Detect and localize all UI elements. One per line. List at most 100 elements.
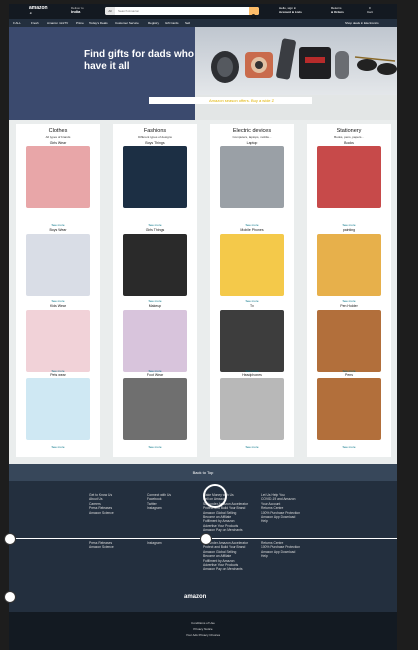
item-label: Girls Wear [49,141,67,145]
tv-image[interactable] [220,310,284,372]
girls-things-image[interactable] [123,234,187,296]
footer-link[interactable]: Amazon Science [89,511,114,515]
see-more-link[interactable]: See more [210,223,294,227]
footer-link[interactable]: Press Releases [89,506,114,510]
see-more-link[interactable]: See more [16,299,100,303]
item-label: Foot Wear [146,373,164,377]
see-more-link[interactable]: See more [307,223,391,227]
see-more-link[interactable]: See more [307,445,391,449]
hero-banner[interactable]: Find gifts for dads who have it all Amaz… [9,27,397,120]
painting-image[interactable] [317,234,381,296]
footer-col-make-money-repeat: Sell under Amazon Accelerator Protect an… [203,541,248,572]
promo-strip[interactable]: Amazon season offers. Buy a wide Z [149,97,312,104]
girls-wear-image[interactable] [26,146,90,208]
footer-link[interactable]: Amazon Pay on Merchants [203,528,248,532]
returns-orders[interactable]: Returns & Orders [331,6,344,14]
item-label: painting [342,228,356,232]
rotate-handle-icon[interactable] [203,484,227,508]
item-label: Laptop [246,141,258,145]
item-label: Pen Holder [340,304,358,308]
footer-col-connect: Connect with Us Facebook Twitter Instagr… [147,493,171,511]
item-label: Pens [345,373,353,377]
conditions-link[interactable]: Conditions of Use [9,621,397,625]
card-title: Stationery [336,128,362,134]
item-label: Pets wear [50,373,66,377]
makeup-image[interactable] [123,310,187,372]
see-more-link[interactable]: See more [210,299,294,303]
headphones-image[interactable] [220,378,284,440]
hero-image [195,27,397,95]
search-category-dropdown[interactable]: All [105,7,115,15]
deliver-to[interactable]: Deliver to India [71,6,84,14]
cart-label: Cart [367,10,373,14]
footer-link[interactable]: Amazon Pay on Merchants [203,567,248,571]
item-label: Girls Things [145,228,165,232]
footer-link[interactable]: Help [261,519,300,523]
laptop-image[interactable] [220,146,284,208]
card-subtitle: Books, pens, papers... [334,135,364,139]
nav-item-gift-cards[interactable]: Gift Cards [165,21,179,25]
footer-bottom: Conditions of Use Privacy Notice Your Ad… [9,612,397,650]
footer-amazon-logo[interactable]: amazon [184,594,206,600]
item-label: Headphones [242,373,262,377]
card-electric-devices: Electric devices Computers, laptops, mob… [210,124,294,457]
resize-handle-bottom-left[interactable] [4,591,16,603]
item-label: Mobile Phones [240,228,264,232]
account-lists[interactable]: Hello, sign in Account & Lists [279,6,302,14]
resize-handle-left[interactable] [4,533,16,545]
see-more-link[interactable]: See more [113,223,197,227]
back-to-top-button[interactable]: Back to Top [9,464,397,481]
kids-wear-image[interactable] [26,310,90,372]
boys-wear-image[interactable] [26,234,90,296]
pens-image[interactable] [317,378,381,440]
nav-item-prime[interactable]: Prime [76,21,84,25]
see-more-link[interactable]: See more [210,445,294,449]
see-more-link[interactable]: See more [16,445,100,449]
nav-item-customer-service[interactable]: Customer Service [115,21,139,25]
nav-item-fresh[interactable]: Fresh [31,21,39,25]
item-label: Tv [250,304,254,308]
card-stationery: Stationery Books, pens, papers... Books … [307,124,391,457]
nav-promo[interactable]: Shop deals in Electronics [345,21,379,25]
cart-button[interactable]: 0 Cart [367,6,373,14]
search-bar: All Search Amazon [105,7,259,20]
nav-item-sell[interactable]: Sell [185,21,190,25]
foot-wear-image[interactable] [123,378,187,440]
item-label: Boys Wear [49,228,67,232]
footer-link[interactable]: Amazon Science [89,545,114,549]
footer-link[interactable]: Instagram [147,506,171,510]
card-title: Electric devices [232,128,272,134]
hero-title: Find gifts for dads who have it all [84,49,194,72]
books-image[interactable] [317,146,381,208]
nav-bar: ≡ ALL Fresh Amazon miniTV Prime Today's … [9,19,397,27]
card-title: Clothes [48,128,68,134]
boys-things-image[interactable] [123,146,187,208]
privacy-link[interactable]: Privacy Notice [9,627,397,631]
amazon-logo[interactable]: amazon .in [29,5,48,15]
footer-link[interactable]: Instagram [147,541,162,545]
nav-item-deals[interactable]: Today's Deals [89,21,108,25]
nav-item-registry[interactable]: Registry [148,21,159,25]
footer-col-help-repeat: Returns Centre 100% Purchase Protection … [261,541,300,559]
item-label: Makeup [148,304,162,308]
see-more-link[interactable]: See more [307,299,391,303]
nav-item-all[interactable]: ≡ ALL [13,21,21,25]
see-more-link[interactable]: See more [113,299,197,303]
ads-privacy-link[interactable]: Your Ads Privacy Choices [9,633,397,637]
pen-holder-image[interactable] [317,310,381,372]
card-clothes: Clothes All types of brands Girls Wear S… [16,124,100,457]
gifts-illustration [211,38,397,83]
resize-handle-middle[interactable] [200,533,212,545]
mobile-phones-image[interactable] [220,234,284,296]
card-subtitle: All types of brands [45,135,71,139]
pets-wear-image[interactable] [26,378,90,440]
search-input[interactable]: Search Amazon [118,9,139,13]
footer-col-connect-repeat: Instagram [147,541,162,545]
see-more-link[interactable]: See more [16,223,100,227]
nav-item-minitv[interactable]: Amazon miniTV [47,21,68,25]
card-fashions: Fashions Different types of designs Boys… [113,124,197,457]
card-subtitle: Different types of designs [138,135,172,139]
search-button[interactable] [249,7,259,20]
see-more-link[interactable]: See more [113,445,197,449]
footer-link[interactable]: Help [261,554,300,558]
